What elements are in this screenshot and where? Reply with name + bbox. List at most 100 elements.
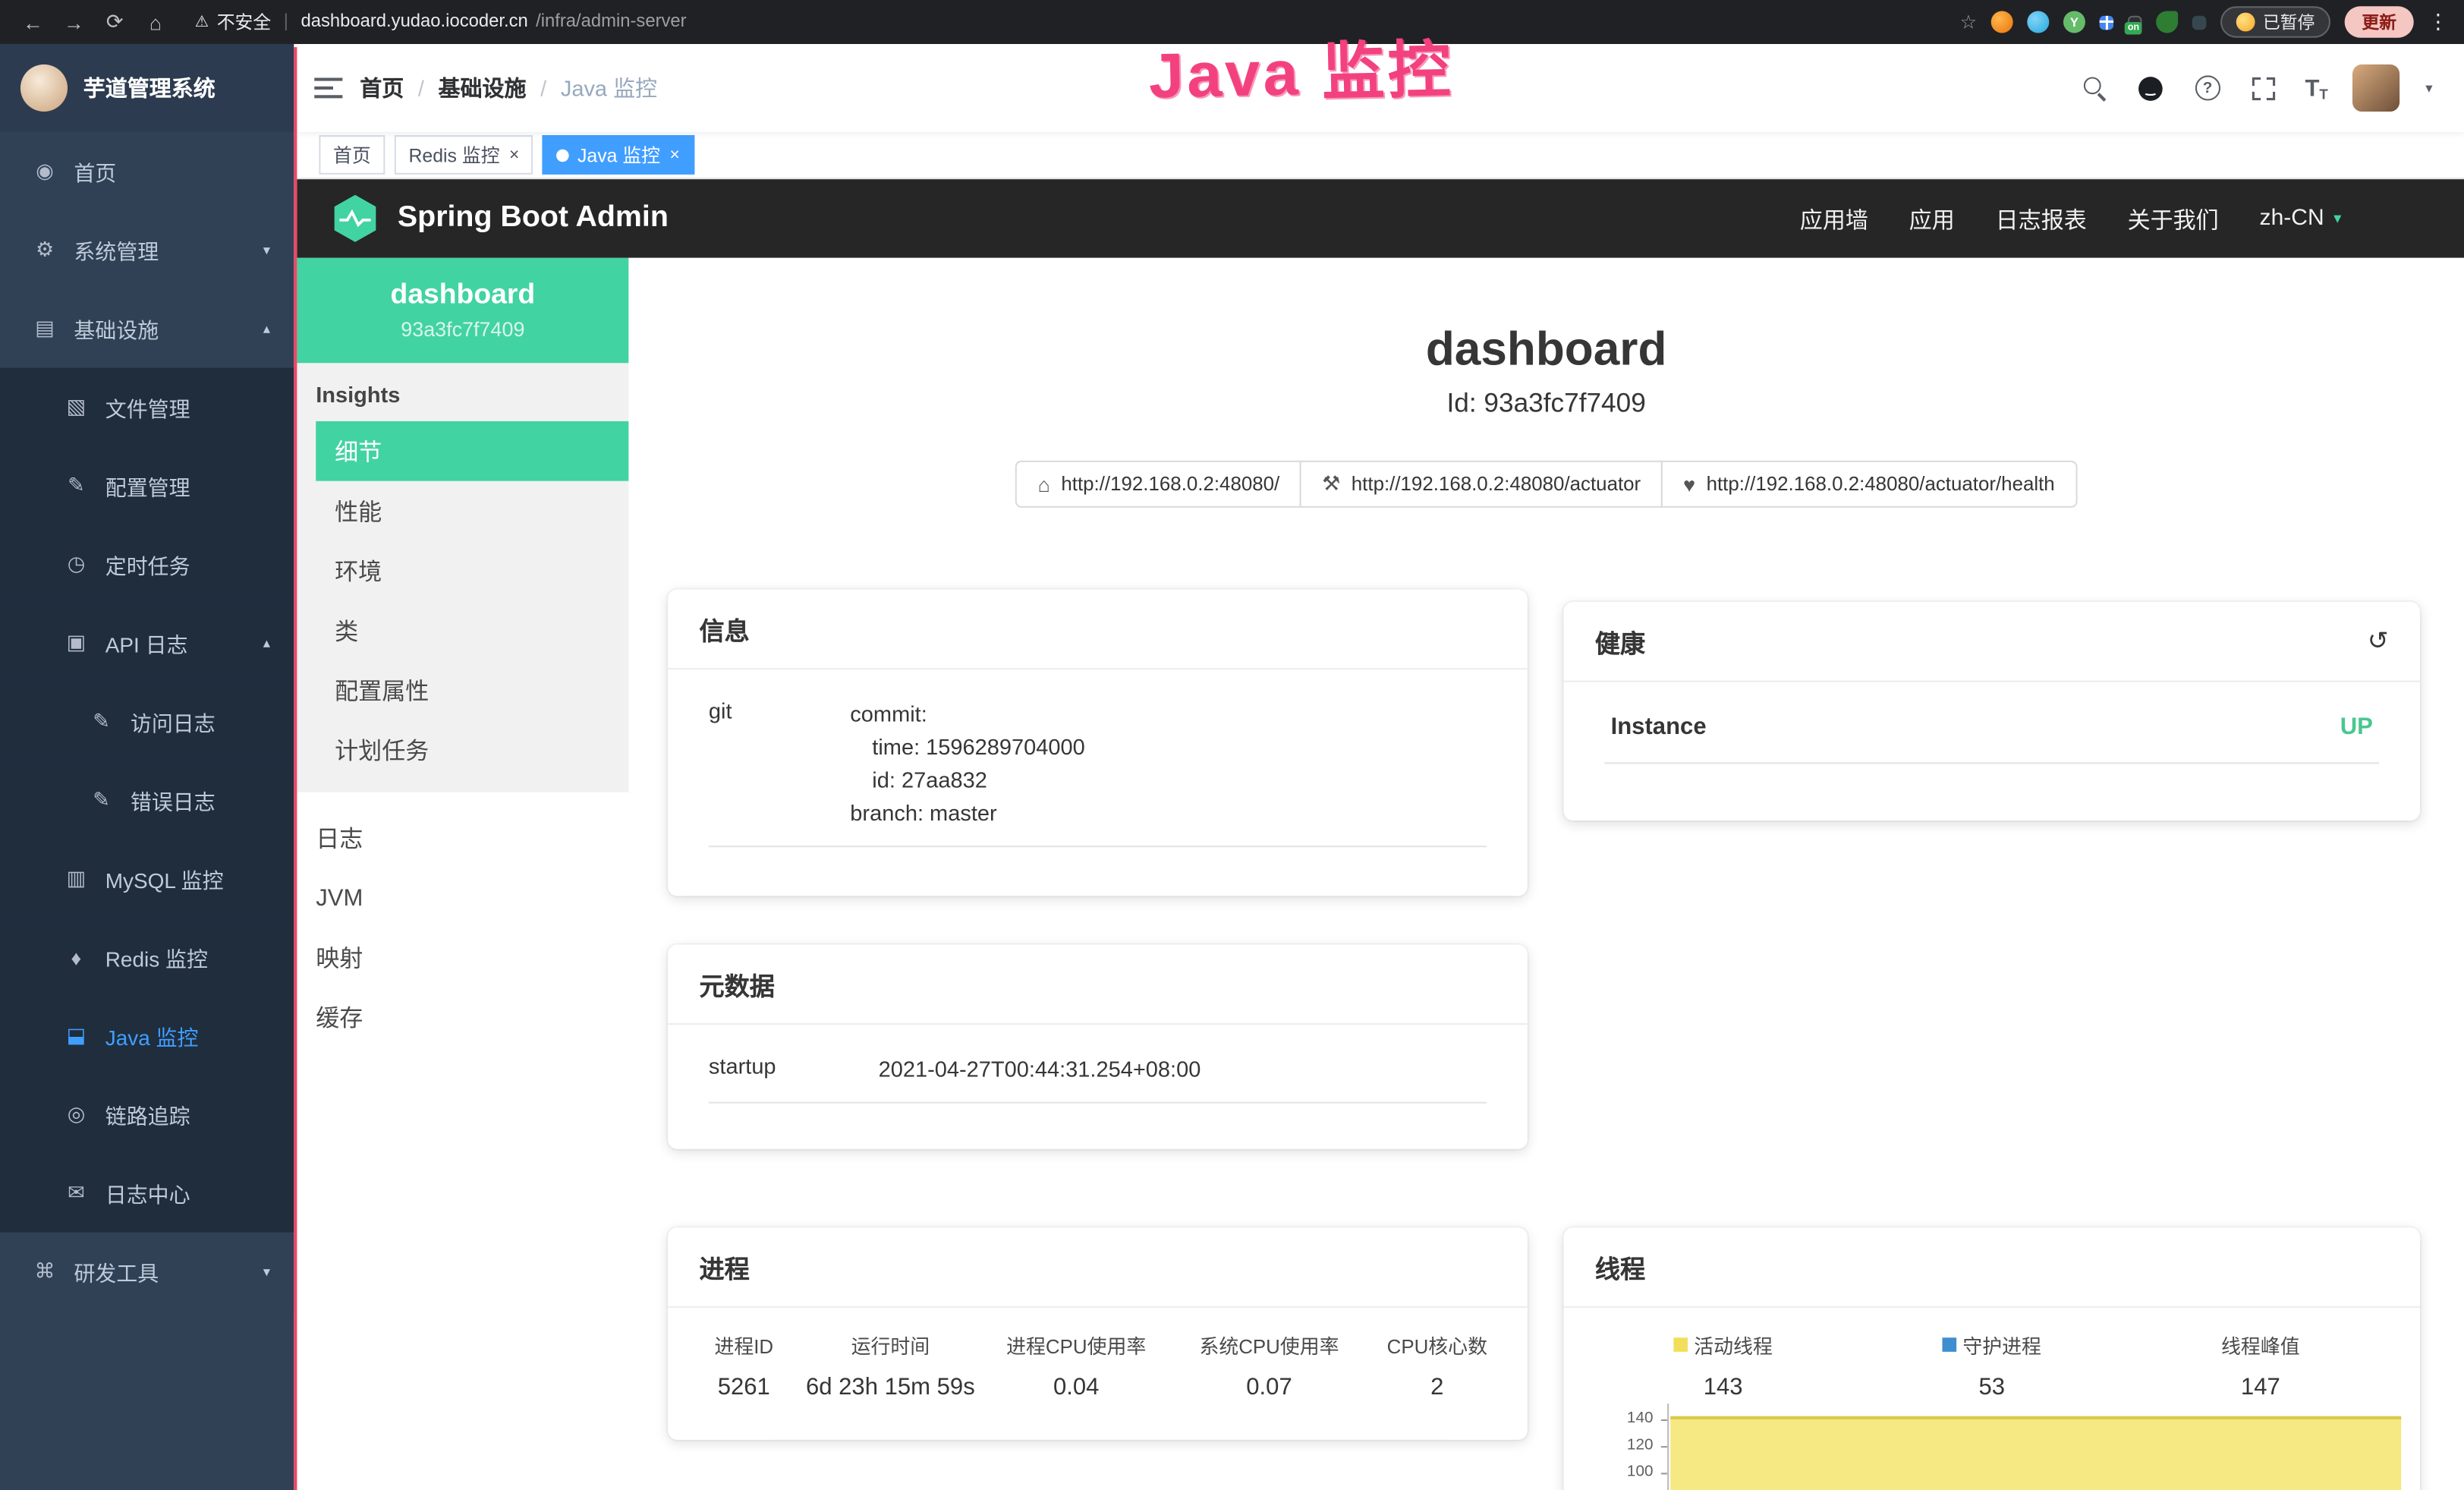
tab-home[interactable]: 首页 (319, 135, 385, 175)
trace-icon: ◎ (63, 1102, 90, 1127)
reload-icon[interactable]: ⟳ (97, 9, 132, 34)
process-values: 5261 6d 23h 15m 59s 0.04 0.07 2 (687, 1374, 1509, 1400)
sidebar-item-api-logs[interactable]: ▣ API 日志 ▴ (0, 603, 294, 682)
sidebar-item-infrastructure[interactable]: ▤ 基础设施 ▴ (0, 289, 294, 368)
tab-label: Java 监控 (577, 141, 660, 168)
extension-icon-4[interactable] (2100, 15, 2114, 30)
link-actuator-url[interactable]: ⚒ http://192.168.0.2:48080/actuator (1300, 461, 1663, 508)
sidebar-item-config-mgmt[interactable]: ✎ 配置管理 (0, 446, 294, 525)
sidebar-item-system-mgmt[interactable]: ⚙ 系统管理 ▾ (0, 210, 294, 289)
process-card-body: 进程ID 运行时间 进程CPU使用率 系统CPU使用率 CPU核心数 5261 … (668, 1308, 1528, 1400)
hamburger-icon[interactable] (297, 44, 360, 132)
sba-nav-journal[interactable]: 日志报表 (1996, 202, 2087, 235)
update-button[interactable]: 更新 (2345, 6, 2414, 37)
breadcrumb-section[interactable]: 基础设施 (439, 72, 527, 103)
breadcrumb-home[interactable]: 首页 (360, 72, 404, 103)
browser-actions: ☆ Y on 已暂停 更新 ⋮ (1960, 6, 2449, 37)
sba-menu-mappings[interactable]: 映射 (297, 928, 628, 988)
process-card-header: 进程 (668, 1227, 1528, 1308)
sba-menu-jvm[interactable]: JVM (297, 868, 628, 928)
sba-menu-scheduled-tasks[interactable]: 计划任务 (316, 720, 628, 780)
process-col-header: 系统CPU使用率 (1172, 1330, 1365, 1359)
sidebar-item-tracing[interactable]: ◎ 链路追踪 (0, 1075, 294, 1154)
sidebar-item-java-monitor[interactable]: ⬓ Java 监控 (0, 997, 294, 1076)
tools-icon: ⌘ (31, 1259, 58, 1284)
github-icon[interactable] (2135, 72, 2167, 103)
instance-header[interactable]: dashboard 93a3fc7f7409 (297, 258, 628, 364)
sba-nav-applications[interactable]: 应用 (1909, 202, 1955, 235)
extension-icon-1[interactable] (1991, 11, 2013, 33)
sidebar-item-home[interactable]: ◉ 首页 (0, 132, 294, 211)
extension-icon-2[interactable] (2027, 11, 2049, 33)
sba-menu-classes[interactable]: 类 (316, 600, 628, 660)
process-col-value: 6d 23h 15m 59s (801, 1374, 980, 1400)
sba-menu-details[interactable]: 细节 (316, 421, 628, 481)
forward-icon[interactable]: → (57, 10, 92, 33)
gear-icon: ⚙ (31, 238, 58, 263)
sba-menu-environment[interactable]: 环境 (316, 540, 628, 600)
address-bar[interactable]: ⚠ 不安全 | dashboard.yudao.iocoder.cn/infra… (195, 9, 687, 34)
extension-icon-6[interactable] (2156, 11, 2178, 33)
bookmark-star-icon[interactable]: ☆ (1960, 11, 1977, 33)
sidebar-item-access-logs[interactable]: ✎ 访问日志 (0, 682, 294, 761)
process-col-value: 2 (1366, 1374, 1509, 1400)
avatar-caret-icon[interactable]: ▾ (2425, 80, 2432, 97)
language-selector[interactable]: zh-CN ▾ (2260, 206, 2342, 231)
metadata-value: 2021-04-27T00:44:31.254+08:00 (879, 1053, 1487, 1085)
fullscreen-icon[interactable] (2248, 72, 2280, 103)
app-logo[interactable]: 芋道管理系统 (0, 44, 294, 132)
process-col-header: 进程CPU使用率 (980, 1330, 1172, 1359)
sidebar-item-label: 配置管理 (105, 470, 190, 501)
extension-icon-3[interactable]: Y (2063, 11, 2085, 33)
browser-home-icon[interactable]: ⌂ (138, 10, 173, 33)
logo-image (20, 65, 68, 112)
chevron-down-icon: ▾ (2333, 209, 2341, 227)
user-avatar[interactable] (2353, 65, 2400, 112)
info-line: commit: (850, 698, 1487, 730)
sba-menu-metrics[interactable]: 性能 (316, 481, 628, 541)
link-base-url[interactable]: ⌂ http://192.168.0.2:48080/ (1016, 461, 1302, 508)
tab-redis-monitor[interactable]: Redis 监控 × (395, 135, 533, 175)
card-title: 健康 (1595, 622, 1645, 660)
sidebar-item-error-logs[interactable]: ✎ 错误日志 (0, 761, 294, 840)
sidebar-item-scheduled-jobs[interactable]: ◷ 定时任务 (0, 525, 294, 604)
sba-nav-wallboard[interactable]: 应用墙 (1800, 202, 1868, 235)
sba-nav-about[interactable]: 关于我们 (2128, 202, 2219, 235)
link-health-url[interactable]: ♥ http://192.168.0.2:48080/actuator/heal… (1661, 461, 2077, 508)
back-icon[interactable]: ← (16, 10, 51, 33)
close-icon[interactable]: × (509, 146, 519, 165)
info-card-header: 信息 (668, 590, 1528, 670)
sidebar-item-dev-tools[interactable]: ⌘ 研发工具 ▾ (0, 1233, 294, 1312)
sidebar-item-mysql-monitor[interactable]: ▥ MySQL 监控 (0, 840, 294, 918)
sba-menu-caches[interactable]: 缓存 (297, 987, 628, 1047)
sba-menu-configprops[interactable]: 配置属性 (316, 660, 628, 720)
sidebar-item-redis-monitor[interactable]: ♦ Redis 监控 (0, 918, 294, 997)
legend-value: 53 (1858, 1374, 2126, 1400)
paused-badge[interactable]: 已暂停 (2220, 6, 2330, 37)
process-col-header: 运行时间 (801, 1330, 980, 1359)
wrench-icon: ⚒ (1322, 471, 1340, 496)
sba-menu-logs[interactable]: 日志 (297, 808, 628, 868)
sidebar-item-log-center[interactable]: ✉ 日志中心 (0, 1154, 294, 1233)
extension-icon-5[interactable]: on (2128, 15, 2142, 30)
browser-menu-icon[interactable]: ⋮ (2428, 9, 2448, 34)
breadcrumb-separator: / (418, 75, 424, 100)
dashboard-icon: ◉ (31, 159, 58, 184)
help-icon[interactable]: ? (2192, 72, 2223, 103)
legend-label: 活动线程 (1694, 1330, 1773, 1359)
sidebar-item-label: 系统管理 (74, 235, 159, 266)
close-icon[interactable]: × (669, 146, 679, 165)
metadata-card: 元数据 startup 2021-04-27T00:44:31.254+08:0… (668, 945, 1528, 1149)
tab-java-monitor[interactable]: Java 监控 × (543, 135, 694, 175)
sidebar-item-file-mgmt[interactable]: ▧ 文件管理 (0, 368, 294, 447)
history-icon[interactable]: ↺ (2368, 625, 2389, 657)
metadata-key: startup (709, 1053, 879, 1085)
process-col-value: 0.07 (1172, 1374, 1365, 1400)
extension-icon-7[interactable] (2192, 15, 2207, 30)
sba-brand-title[interactable]: Spring Boot Admin (398, 201, 669, 236)
card-title: 进程 (700, 1248, 750, 1286)
metadata-card-header: 元数据 (668, 945, 1528, 1025)
sidebar-item-label: 日志中心 (105, 1177, 190, 1208)
search-icon[interactable] (2079, 72, 2110, 103)
font-size-icon[interactable]: TT (2305, 74, 2327, 101)
